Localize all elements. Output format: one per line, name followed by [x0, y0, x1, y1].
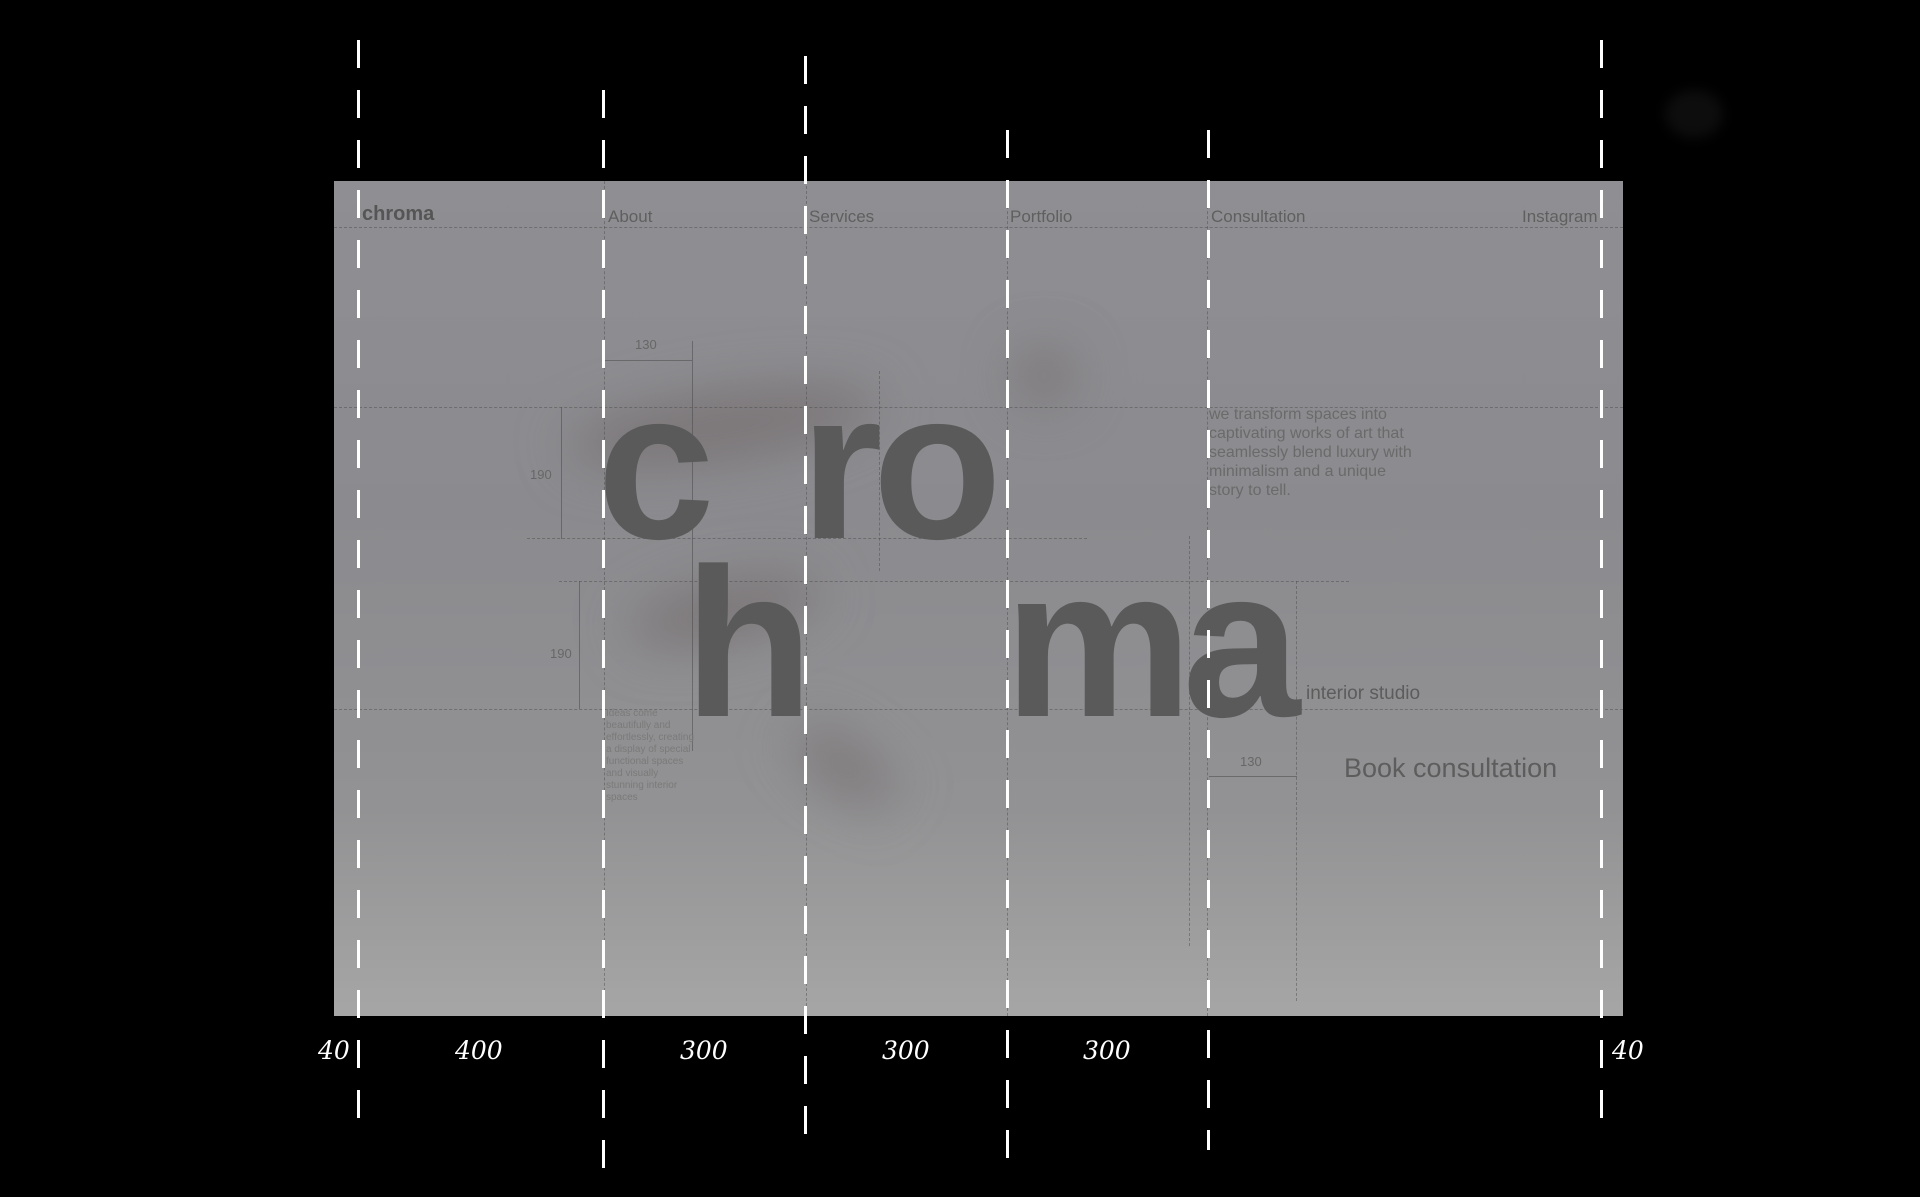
dimension-line — [1209, 776, 1297, 777]
hero-tagline: we transform spaces into captivating wor… — [1209, 406, 1412, 499]
corner-smudge — [1665, 90, 1723, 138]
column-label: 300 — [680, 1036, 728, 1065]
column-label: 300 — [882, 1036, 930, 1065]
guide-line — [1600, 40, 1603, 1135]
column-label: 400 — [455, 1036, 503, 1065]
column-guide — [1296, 581, 1297, 1001]
dimension-line — [579, 581, 580, 709]
book-consultation-button[interactable]: Book consultation — [1344, 753, 1557, 784]
dimension-label-row2: 190 — [550, 646, 572, 661]
hero-letter-h: h — [684, 524, 813, 761]
column-label: 300 — [1083, 1036, 1131, 1065]
brand-logo[interactable]: chroma — [362, 203, 434, 226]
guide-line — [602, 90, 605, 1175]
nav-consultation[interactable]: Consultation — [1211, 207, 1306, 227]
nav-services[interactable]: Services — [809, 207, 874, 227]
hero-letters-ro: ro — [800, 346, 1002, 583]
guide-line — [357, 40, 360, 1135]
hero-subtitle: interior studio — [1306, 683, 1421, 704]
hero-letters-ma: ma — [1004, 524, 1300, 761]
header-guide — [334, 227, 1623, 228]
nav-about[interactable]: About — [608, 207, 652, 227]
presentation-canvas: 130 190 190 130 chroma About Services Po… — [0, 0, 1920, 1197]
nav-portfolio[interactable]: Portfolio — [1010, 207, 1072, 227]
website-screenshot: 130 190 190 130 chroma About Services Po… — [334, 181, 1623, 1016]
column-label: 40 — [318, 1036, 350, 1065]
guide-line — [804, 56, 807, 1136]
baseline-guide — [334, 709, 1623, 710]
finger-blur — [1014, 346, 1074, 406]
hero-small-text: Ideas come beautifully and effortlessly,… — [606, 708, 695, 803]
nav-instagram[interactable]: Instagram — [1522, 207, 1598, 227]
column-label: 40 — [1612, 1036, 1644, 1065]
dimension-label-row1: 190 — [530, 467, 552, 482]
dimension-line — [561, 407, 562, 539]
guide-line — [1207, 130, 1210, 1150]
guide-line — [1006, 130, 1009, 1175]
